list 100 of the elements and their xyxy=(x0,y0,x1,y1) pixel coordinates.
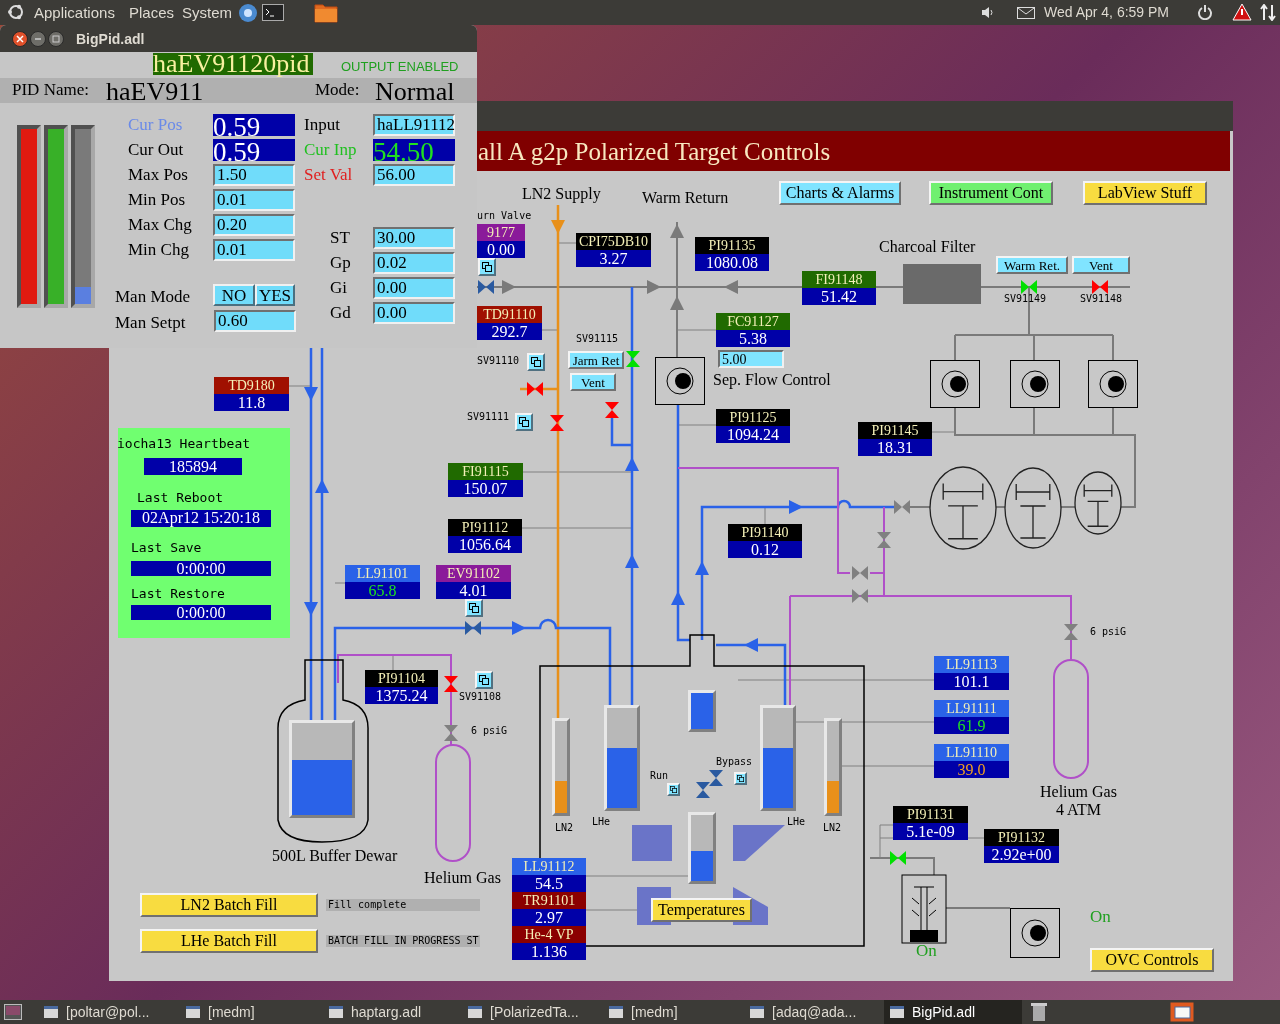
readout-value: 150.07 xyxy=(448,480,523,497)
taskbar-item[interactable]: haptarg.adl xyxy=(323,1000,461,1024)
small-button[interactable]: Warm Ret. xyxy=(996,256,1068,274)
readout-value: 3.27 xyxy=(576,250,651,267)
window-title: all A g2p Polarized Target Controls xyxy=(477,131,1230,171)
warning-icon[interactable] xyxy=(1232,3,1252,21)
taskbar-item[interactable]: [medm] xyxy=(603,1000,741,1024)
readout-value: 1094.24 xyxy=(716,426,790,443)
field-label: Set Val xyxy=(304,166,353,183)
ovc-controls-button[interactable]: OVC Controls xyxy=(1090,948,1214,972)
small-button[interactable]: Jarm Ret xyxy=(568,351,624,369)
readout-value: 54.5 xyxy=(512,875,586,892)
pump-icon xyxy=(930,360,980,408)
pump-icon xyxy=(1010,360,1060,408)
mode-option-button[interactable]: YES xyxy=(255,284,295,306)
entry-field[interactable]: 0.01 xyxy=(213,189,295,211)
batch-fill-button[interactable]: LHe Batch Fill xyxy=(140,929,318,953)
diagram-label: LN2 xyxy=(555,823,574,833)
diagram-label: Helium Gas xyxy=(424,870,501,886)
readout-value: 65.8 xyxy=(345,582,420,599)
readout-label: FI91148 xyxy=(802,271,876,288)
related-display-button[interactable] xyxy=(734,772,747,785)
batch-fill-button[interactable]: LN2 Batch Fill xyxy=(140,893,318,917)
leader-line xyxy=(677,424,717,426)
browser-icon[interactable] xyxy=(238,3,258,23)
diagram-label: 6 psiG xyxy=(1090,627,1127,637)
entry-field[interactable]: 30.00 xyxy=(373,227,455,249)
window-icon xyxy=(609,1006,623,1018)
power-icon[interactable] xyxy=(1197,4,1213,20)
flow-arrow-icon xyxy=(502,280,516,294)
diagram-label: Helium Gas xyxy=(1040,784,1117,800)
entry-field[interactable]: 0.00 xyxy=(373,277,455,299)
related-display-button[interactable] xyxy=(667,783,680,796)
pid-name: haEV911 xyxy=(106,79,204,105)
related-display-button[interactable] xyxy=(465,599,483,617)
trash-icon[interactable] xyxy=(1030,1002,1048,1022)
field-label: Input xyxy=(304,116,340,133)
entry-field[interactable]: 0.02 xyxy=(373,252,455,274)
ubuntu-logo-icon[interactable] xyxy=(7,3,25,21)
readout-value: 18.31 xyxy=(858,439,932,456)
related-display-button[interactable] xyxy=(527,353,545,371)
envelope-icon[interactable] xyxy=(1017,7,1035,19)
workspace-switcher-icon[interactable] xyxy=(1170,1002,1194,1022)
field-label: Cur Out xyxy=(128,141,184,158)
temperatures-button[interactable]: Temperatures xyxy=(651,898,752,922)
windows-icon xyxy=(519,417,529,427)
windows-icon xyxy=(670,786,677,793)
readout-label: TD9180 xyxy=(214,377,289,394)
related-display-button[interactable] xyxy=(475,671,493,689)
up-down-arrows-icon[interactable] xyxy=(1260,4,1276,21)
flow-setpoint-field[interactable]: 5.00 xyxy=(718,350,784,368)
entry-field[interactable]: 1.50 xyxy=(213,164,295,186)
entry-field[interactable]: 0.60 xyxy=(214,310,296,332)
field-label: Gd xyxy=(330,304,351,321)
related-display-button[interactable] xyxy=(478,258,496,276)
nav-button[interactable]: LabView Stuff xyxy=(1083,181,1207,205)
entry-field[interactable]: 0.00 xyxy=(373,302,455,324)
window-icon xyxy=(186,1006,200,1018)
small-button[interactable]: Vent xyxy=(570,373,616,391)
show-desktop-icon[interactable] xyxy=(4,1004,22,1020)
windows-icon xyxy=(737,775,744,782)
window-icon xyxy=(890,1006,904,1018)
flow-arrow-icon xyxy=(304,602,318,616)
taskbar-item[interactable]: [adaq@ada... xyxy=(744,1000,882,1024)
valve-tag: SV91149 xyxy=(1004,294,1047,304)
entry-field[interactable]: 0.20 xyxy=(213,214,295,236)
folder-icon[interactable] xyxy=(314,2,338,23)
maximize-icon xyxy=(52,35,60,43)
readout-label: 9177 xyxy=(477,224,525,241)
close-icon xyxy=(16,35,24,43)
menu-item[interactable]: Places xyxy=(129,5,175,20)
output-status: OUTPUT ENABLED xyxy=(341,60,459,73)
entry-field[interactable]: haLL91112 xyxy=(373,114,455,136)
entry-field[interactable]: 0.01 xyxy=(213,239,295,261)
terminal-icon[interactable] xyxy=(262,4,284,21)
gas-line xyxy=(909,506,931,508)
taskbar-item[interactable]: [medm] xyxy=(180,1000,318,1024)
flow-arrow-icon xyxy=(304,387,318,401)
menu-item[interactable]: Applications xyxy=(34,5,115,20)
taskbar-item[interactable]: BigPid.adl xyxy=(884,1000,1022,1024)
entry-field[interactable]: 56.00 xyxy=(373,164,455,186)
nav-button[interactable]: Charts & Alarms xyxy=(779,181,901,205)
gas-line xyxy=(869,857,935,876)
mode-option-button[interactable]: NO xyxy=(213,284,255,306)
readout-value: 51.42 xyxy=(802,288,876,305)
small-button[interactable]: Vent xyxy=(1072,256,1130,274)
readout-value: 54.50 xyxy=(373,139,455,161)
heartbeat-value: 0:00:00 xyxy=(131,605,271,620)
flow-arrow-icon xyxy=(671,591,685,605)
readout-value: 39.0 xyxy=(934,761,1009,778)
menu-item[interactable]: System xyxy=(182,5,232,20)
leader-line xyxy=(677,329,717,331)
speaker-icon[interactable] xyxy=(981,6,995,19)
taskbar-item[interactable]: [PolarizedTa... xyxy=(462,1000,600,1024)
pump-status: On xyxy=(916,942,937,959)
taskbar-item[interactable]: [poltar@pol... xyxy=(38,1000,176,1024)
valve-tag: SV91108 xyxy=(459,692,502,702)
related-display-button[interactable] xyxy=(515,413,533,431)
clock[interactable]: Wed Apr 4, 6:59 PM xyxy=(1044,5,1170,19)
nav-button[interactable]: Instrument Cont xyxy=(929,181,1053,205)
